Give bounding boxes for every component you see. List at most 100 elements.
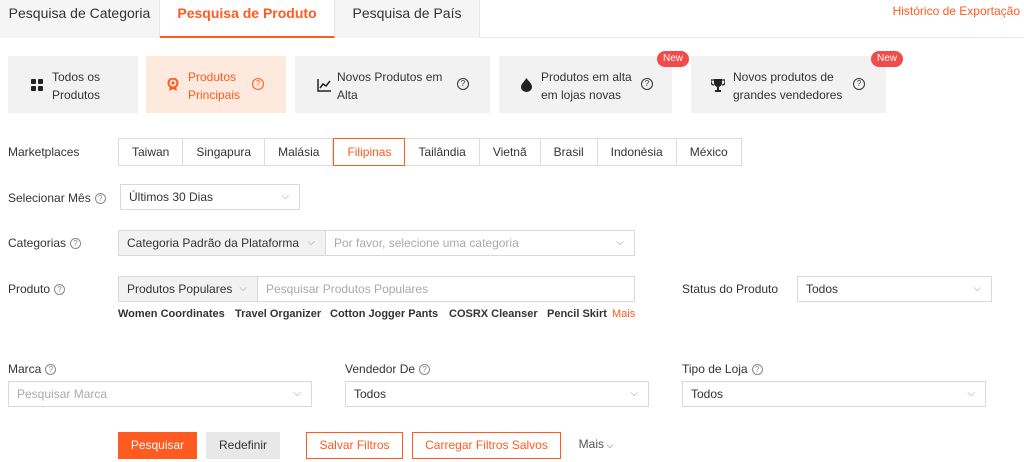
more-actions-button[interactable]: Mais ⌵: [574, 432, 618, 459]
reset-button[interactable]: Redefinir: [206, 432, 280, 459]
top-tab-bar: Pesquisa de Categoria Pesquisa de Produt…: [0, 0, 1024, 38]
category-source-select[interactable]: Categoria Padrão da Plataforma ⌵: [118, 230, 326, 256]
chevron-down-icon: ⌵: [604, 440, 614, 450]
seller-value: Todos: [354, 387, 387, 401]
tab-country-search[interactable]: Pesquisa de País: [335, 0, 480, 38]
card-label: Novos produtos de grandes vendedores: [733, 70, 843, 102]
seller-label: Vendedor De?: [345, 362, 431, 376]
chevron-down-icon: ⌵: [616, 237, 624, 248]
marketplace-indonesia[interactable]: Indonésia: [598, 139, 677, 165]
chevron-down-icon: ⌵: [967, 388, 975, 399]
grid-icon: [30, 78, 44, 92]
marketplaces-label: Marketplaces: [8, 145, 79, 159]
store-type-select[interactable]: Todos ⌵: [682, 381, 986, 407]
marketplace-mexico[interactable]: México: [677, 139, 741, 165]
marketplace-selector: Taiwan Singapura Malásia Filipinas Tailâ…: [118, 138, 742, 166]
product-status-select[interactable]: Todos ⌵: [797, 276, 992, 302]
tab-category-search[interactable]: Pesquisa de Categoria: [0, 0, 160, 38]
label-text: Marca: [8, 362, 42, 376]
categories-label: Categorias?: [8, 236, 82, 250]
product-status-label: Status do Produto: [682, 282, 778, 296]
popular-keyword[interactable]: COSRX Cleanser: [449, 308, 538, 320]
more-keywords-link[interactable]: Mais: [612, 308, 635, 320]
tab-product-search[interactable]: Pesquisa de Produto: [160, 0, 335, 38]
tab-label: Pesquisa de País: [352, 5, 462, 21]
help-icon[interactable]: ?: [45, 363, 57, 375]
chevron-down-icon: ⌵: [630, 388, 638, 399]
tab-label: Pesquisa de Categoria: [8, 5, 151, 21]
card-label: Todos os Produtos: [52, 70, 101, 102]
chevron-down-icon: ⌵: [281, 191, 289, 202]
help-icon[interactable]: ?: [457, 78, 469, 90]
marketplace-vietnam[interactable]: Vietnã: [480, 139, 541, 165]
trophy-icon: [711, 78, 725, 92]
chevron-down-icon: ⌵: [307, 237, 315, 248]
card-label: Produtos Principais: [188, 70, 241, 102]
popular-keyword[interactable]: Pencil Skirt: [547, 308, 607, 320]
search-button[interactable]: Pesquisar: [118, 432, 197, 459]
label-text: Produto: [8, 282, 51, 296]
month-value: Últimos 30 Dias: [129, 190, 214, 204]
store-type-label: Tipo de Loja?: [682, 362, 763, 376]
tab-label: Pesquisa de Produto: [177, 5, 317, 21]
chevron-down-icon: ⌵: [973, 283, 981, 294]
brand-placeholder: Pesquisar Marca: [17, 387, 108, 401]
marketplace-thailand[interactable]: Tailândia: [405, 139, 480, 165]
new-badge: New: [657, 51, 690, 67]
label-text: Status do Produto: [682, 282, 779, 296]
brand-label: Marca?: [8, 362, 57, 376]
marketplace-singapore[interactable]: Singapura: [183, 139, 266, 165]
label-text: Marketplaces: [8, 145, 80, 159]
help-icon[interactable]: ?: [252, 78, 264, 90]
popular-keyword[interactable]: Travel Organizer: [235, 308, 321, 320]
chevron-down-icon: ⌵: [239, 283, 247, 294]
label-text: Tipo de Loja: [682, 362, 748, 376]
more-label: Mais: [578, 437, 604, 451]
marketplace-malaysia[interactable]: Malásia: [265, 139, 334, 165]
help-icon[interactable]: ?: [54, 283, 66, 295]
card-all-products[interactable]: Todos os Produtos: [8, 56, 138, 113]
popular-keyword[interactable]: Women Coordinates: [118, 308, 225, 320]
trend-chart-icon: [317, 78, 331, 92]
help-icon[interactable]: ?: [70, 237, 82, 249]
product-search-input[interactable]: Pesquisar Produtos Populares: [257, 276, 635, 302]
load-saved-filters-button[interactable]: Carregar Filtros Salvos: [412, 432, 561, 459]
card-label: Produtos em alta em lojas novas: [541, 70, 632, 102]
flame-icon: [519, 78, 533, 92]
card-new-trending-products[interactable]: Novos Produtos em Alta ?: [295, 56, 490, 113]
product-label: Produto?: [8, 282, 66, 296]
label-text: Selecionar Mês: [8, 191, 91, 205]
help-icon[interactable]: ?: [94, 192, 106, 204]
help-icon[interactable]: ?: [853, 78, 865, 90]
card-label: Novos Produtos em Alta: [337, 70, 443, 102]
label-text: Categorias: [8, 236, 67, 250]
category-select[interactable]: Por favor, selecione uma categoria ⌵: [325, 230, 635, 256]
marketplace-brazil[interactable]: Brasil: [541, 139, 598, 165]
help-icon[interactable]: ?: [751, 363, 763, 375]
brand-search-select[interactable]: Pesquisar Marca ⌵: [8, 381, 312, 407]
product-type-select[interactable]: Produtos Populares ⌵: [118, 276, 258, 302]
save-filters-button[interactable]: Salvar Filtros: [306, 432, 403, 459]
help-icon[interactable]: ?: [419, 363, 431, 375]
category-source-value: Categoria Padrão da Plataforma: [127, 236, 300, 250]
month-select[interactable]: Últimos 30 Dias ⌵: [120, 184, 300, 210]
category-placeholder: Por favor, selecione uma categoria: [334, 236, 519, 250]
product-placeholder: Pesquisar Produtos Populares: [266, 282, 429, 296]
export-history-link[interactable]: Histórico de Exportação: [893, 4, 1020, 18]
month-label: Selecionar Mês?: [8, 191, 106, 205]
marketplace-philippines[interactable]: Filipinas: [333, 138, 406, 166]
label-text: Vendedor De: [345, 362, 416, 376]
marketplace-taiwan[interactable]: Taiwan: [119, 139, 184, 165]
medal-icon: [166, 78, 180, 92]
seller-select[interactable]: Todos ⌵: [345, 381, 649, 407]
product-type-value: Produtos Populares: [127, 282, 233, 296]
card-top-products[interactable]: Produtos Principais ?: [146, 56, 286, 113]
help-icon[interactable]: ?: [641, 78, 653, 90]
product-status-value: Todos: [806, 282, 839, 296]
popular-keyword[interactable]: Cotton Jogger Pants: [330, 308, 438, 320]
card-big-seller-new-products[interactable]: Novos produtos de grandes vendedores ? N…: [691, 51, 904, 113]
store-type-value: Todos: [691, 387, 724, 401]
card-trending-new-stores[interactable]: Produtos em alta em lojas novas ? New: [499, 51, 690, 113]
chevron-down-icon: ⌵: [293, 388, 301, 399]
new-badge: New: [871, 51, 904, 67]
